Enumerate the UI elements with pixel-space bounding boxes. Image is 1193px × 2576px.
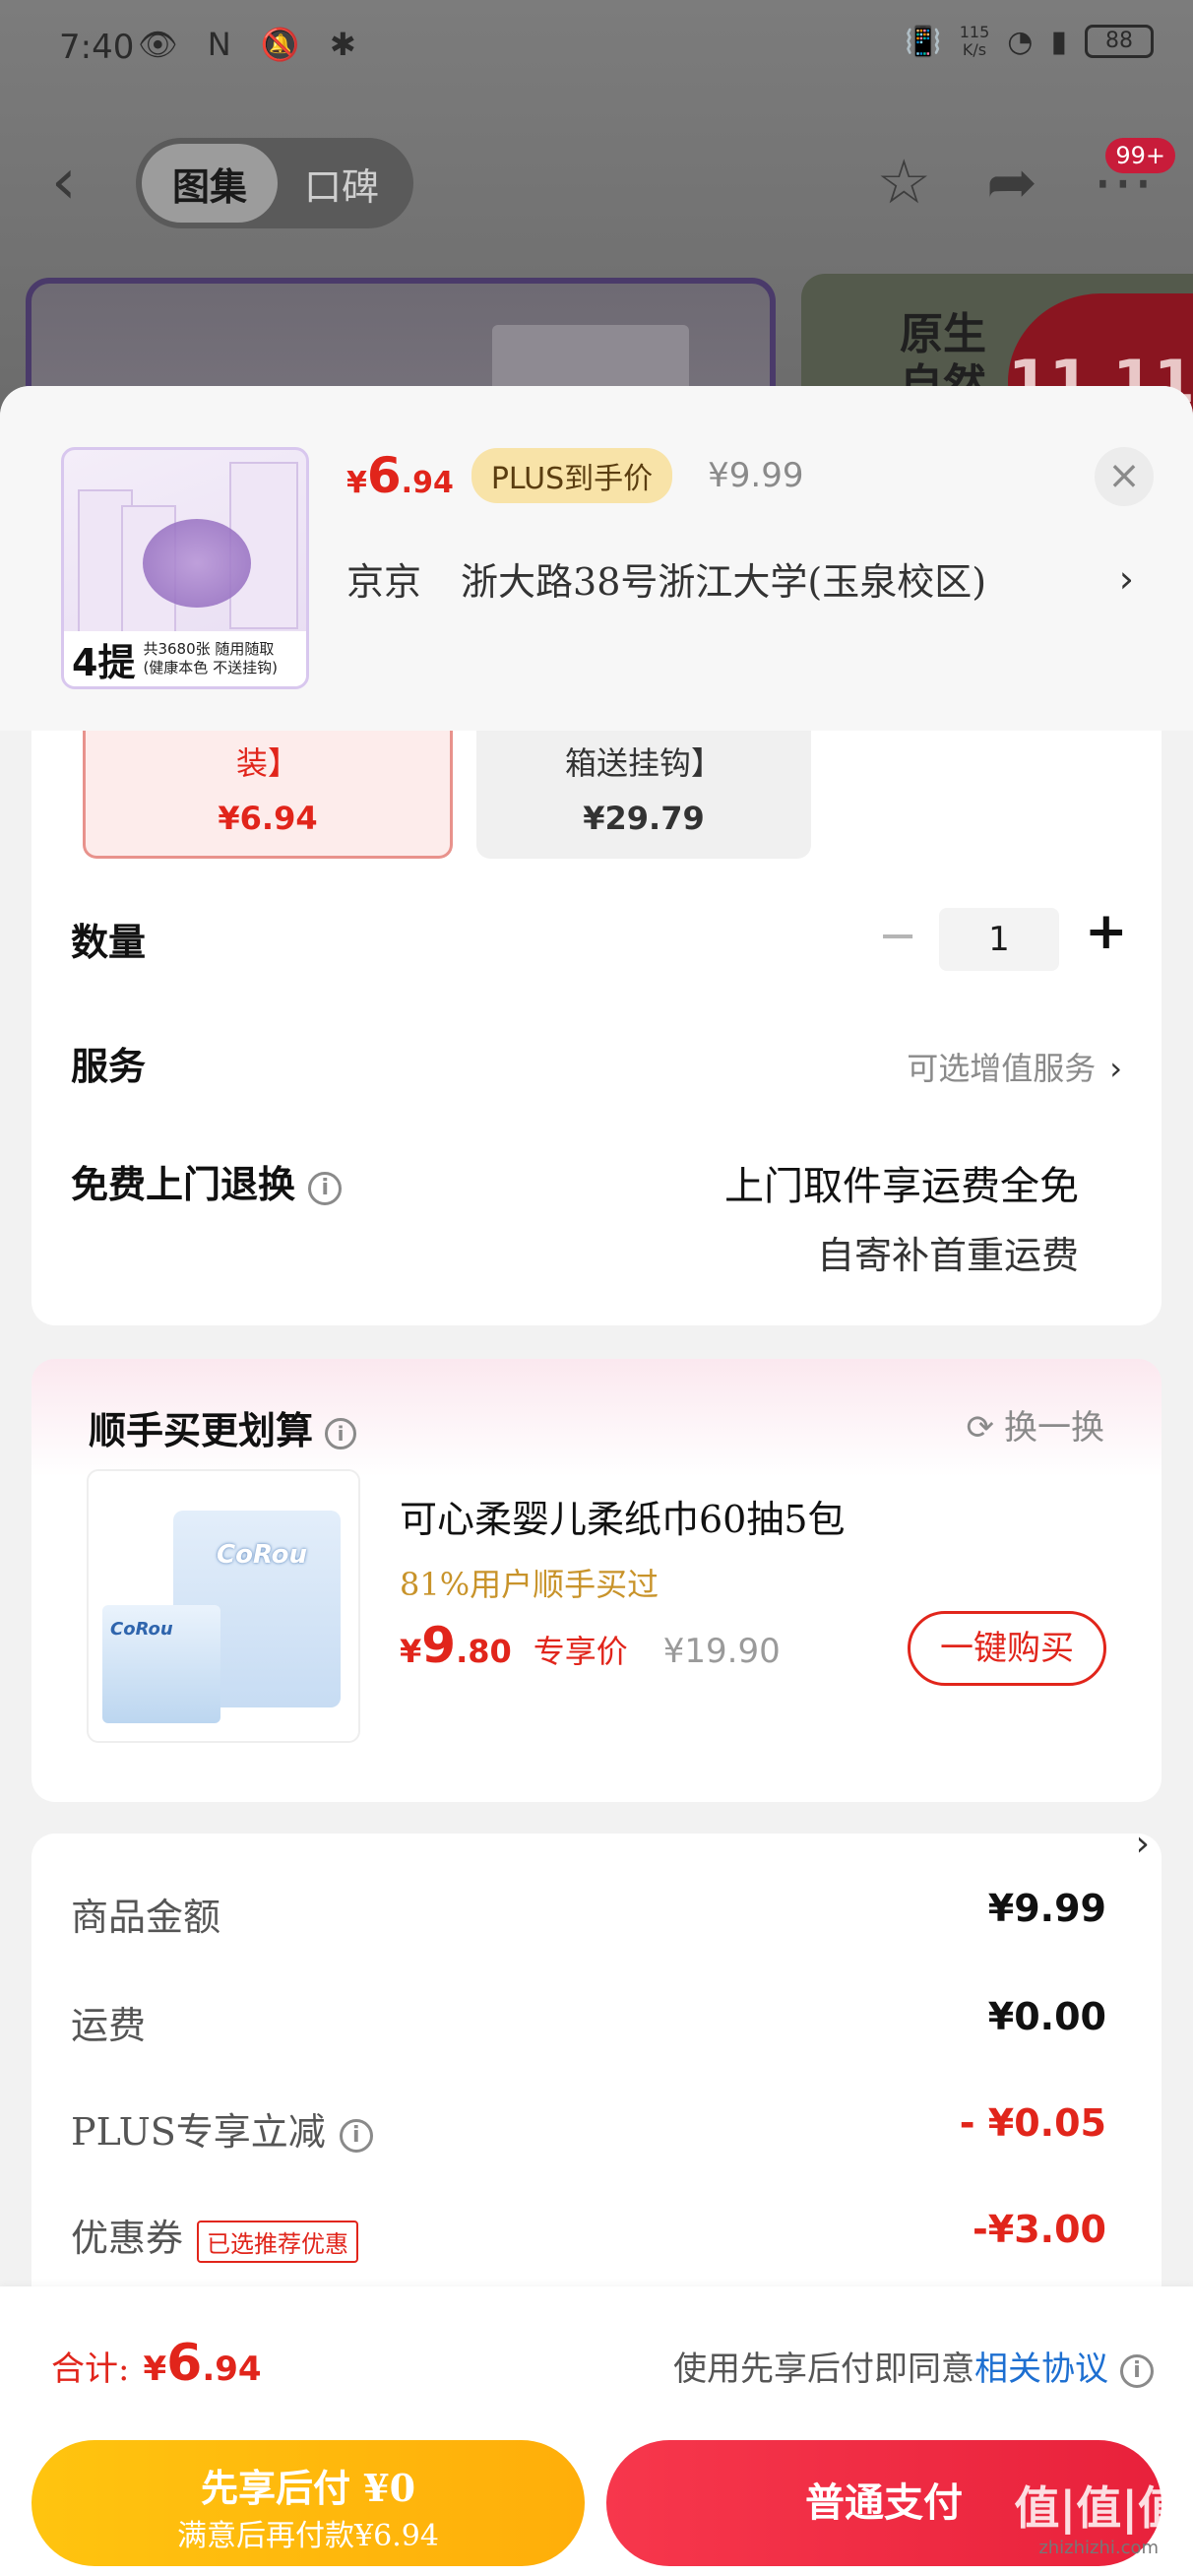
- address-selector[interactable]: 京京 浙大路38号浙江大学(玉泉校区) ›: [346, 551, 1134, 606]
- service-label: 服务: [71, 1044, 147, 1088]
- spec-option-label: 箱送挂钩】: [564, 744, 722, 782]
- service-selector[interactable]: 可选增值服务 ›: [907, 1044, 1122, 1089]
- summary-plus-row: PLUS专享立减 i - ¥0.05: [71, 2101, 1106, 2156]
- returns-label: 免费上门退换 i: [71, 1154, 343, 1208]
- coupon-recommended-badge: 已选推荐优惠: [197, 2221, 359, 2263]
- price-row: ¥6.94 PLUS到手价 ¥9.99: [346, 447, 803, 504]
- plus-price-badge: PLUS到手价: [471, 448, 673, 503]
- agreement-text: 使用先享后付即同意相关协议 i: [673, 2342, 1154, 2390]
- status-time: 7:40: [59, 28, 135, 67]
- pay-later-subtitle: 满意后再付款¥6.94: [177, 2519, 439, 2553]
- quantity-label: 数量: [71, 920, 147, 964]
- network-speed: 115 K/s: [959, 23, 990, 59]
- more-badge: 99+: [1105, 138, 1175, 173]
- summary-shipping-value: ¥0.00: [987, 1995, 1106, 2038]
- quantity-input[interactable]: 1: [939, 908, 1059, 971]
- swap-button[interactable]: ⟳ 换一换: [967, 1400, 1105, 1449]
- tab-switcher: 图集 口碑: [136, 138, 413, 228]
- addon-card: 顺手买更划算 i ⟳ 换一换 CoRou CoRou 可心柔婴儿柔纸巾60抽5包 8…: [31, 1359, 1162, 1802]
- quantity-decrease-button[interactable]: −: [878, 908, 917, 963]
- addon-product-name[interactable]: 可心柔婴儿柔纸巾60抽5包: [400, 1489, 846, 1543]
- order-total: 合计: ¥6.94: [51, 2334, 262, 2393]
- vibrate-icon: 📳: [905, 24, 942, 59]
- addon-original-price: ¥19.90: [662, 1632, 781, 1671]
- summary-shipping-label: 运费: [71, 2004, 147, 2047]
- summary-plus-value: - ¥0.05: [959, 2101, 1106, 2145]
- pay-later-title: 先享后付 ¥0: [200, 2466, 416, 2510]
- purchase-sheet: 装】 ¥6.94 箱送挂钩】 ¥29.79 数量 − 1 + 服务 可选增值服务…: [0, 386, 1193, 2576]
- summary-items-value: ¥9.99: [987, 1887, 1106, 1930]
- thumb-caption-count: 4提: [72, 640, 136, 684]
- total-amount: ¥6.94: [143, 2334, 262, 2393]
- chevron-right-icon: ›: [1109, 1050, 1122, 1087]
- info-icon[interactable]: i: [325, 1417, 357, 1449]
- addon-product-image[interactable]: CoRou CoRou: [87, 1469, 360, 1743]
- checkout-bar: 合计: ¥6.94 使用先享后付即同意相关协议 i 先享后付 ¥0 满意后再付款¥…: [0, 2286, 1193, 2576]
- thumb-caption-detail: 共3680张 随用随取 (健康本色 不送挂钩): [143, 640, 278, 676]
- one-click-buy-button[interactable]: 一键购买: [908, 1611, 1106, 1686]
- info-icon[interactable]: i: [339, 2118, 373, 2153]
- addon-brand-logo-small: CoRou: [110, 1619, 173, 1640]
- agreement-link[interactable]: 相关协议: [974, 2350, 1108, 2389]
- share-icon[interactable]: ➦: [986, 146, 1037, 218]
- mute-icon: 🔕: [260, 26, 310, 63]
- info-icon[interactable]: i: [308, 1171, 343, 1205]
- sheet-header: 4提 共3680张 随用随取 (健康本色 不送挂钩) ¥6.94 PLUS到手价 …: [0, 386, 1193, 731]
- watermark: 值|值|值 zhizhizhi.com: [1014, 2481, 1183, 2558]
- status-bar: 7:40 👁 N 🔕 ✱ 📳 115 K/s ◔ ▮ 88: [0, 0, 1193, 98]
- product-price: ¥6.94: [346, 447, 454, 504]
- chevron-right-icon[interactable]: ›: [1136, 1824, 1150, 1864]
- addon-price: ¥9.80 专享价 ¥19.90: [400, 1617, 781, 1674]
- address-city: 京京: [346, 560, 422, 604]
- thumb-flower: [143, 519, 251, 608]
- close-icon[interactable]: ×: [1095, 447, 1154, 506]
- chevron-right-icon: ›: [1118, 556, 1134, 601]
- summary-shipping-row: 运费 ¥0.00: [71, 1995, 1106, 2049]
- total-label: 合计:: [51, 2350, 130, 2389]
- summary-coupon-value: -¥3.00: [973, 2208, 1106, 2251]
- status-icons: 👁 N 🔕 ✱: [138, 26, 366, 63]
- tab-gallery[interactable]: 图集: [142, 144, 278, 223]
- summary-items-row: 商品金额 ¥9.99: [71, 1887, 1106, 1941]
- signal-icon: ▮: [1050, 24, 1067, 59]
- pay-later-button[interactable]: 先享后付 ¥0 满意后再付款¥6.94: [31, 2440, 585, 2566]
- spec-option-label: 装】: [235, 744, 299, 782]
- spec-option-price: ¥6.94: [218, 800, 318, 837]
- returns-self-ship-text: 自寄补首重运费: [816, 1234, 1079, 1277]
- thumb-caption: 4提 共3680张 随用随取 (健康本色 不送挂钩): [64, 631, 306, 686]
- spec-option-selected[interactable]: 装】 ¥6.94: [83, 731, 453, 859]
- address-detail: 浙大路38号浙江大学(玉泉校区): [461, 560, 987, 604]
- quantity-increase-button[interactable]: +: [1085, 902, 1128, 961]
- refresh-icon: ⟳: [966, 1408, 995, 1448]
- addon-title: 顺手买更划算 i: [89, 1400, 357, 1454]
- returns-pickup-text: 上门取件享运费全免: [724, 1164, 1079, 1209]
- spec-option[interactable]: 箱送挂钩】 ¥29.79: [476, 731, 811, 859]
- top-nav: ‹ 图集 口碑 ☆ ➦ ⋯ 99+: [0, 128, 1193, 236]
- battery-icon: 88: [1085, 25, 1154, 58]
- addon-brand-logo: CoRou: [217, 1540, 308, 1570]
- addon-bought-stat: 81%用户顺手买过: [400, 1566, 659, 1603]
- summary-plus-label: PLUS专享立减: [71, 2110, 326, 2154]
- summary-coupon-row[interactable]: 优惠券 已选推荐优惠 -¥3.00: [71, 2208, 1106, 2263]
- back-icon[interactable]: ‹: [51, 148, 110, 217]
- product-thumbnail[interactable]: 4提 共3680张 随用随取 (健康本色 不送挂钩): [61, 447, 309, 689]
- summary-items-label: 商品金额: [71, 1896, 221, 1939]
- original-price: ¥9.99: [708, 456, 804, 495]
- spec-option-price: ¥29.79: [583, 800, 705, 837]
- service-value: 可选增值服务: [907, 1050, 1097, 1087]
- summary-coupon-label: 优惠券: [71, 2217, 184, 2260]
- price-summary-card: 商品金额 ¥9.99 运费 ¥0.00 PLUS专享立减 i - ¥0.05 优惠…: [31, 1834, 1162, 2346]
- info-icon[interactable]: i: [1120, 2354, 1154, 2388]
- favorite-star-icon[interactable]: ☆: [876, 146, 931, 218]
- nfc-icon: N: [207, 26, 241, 63]
- tab-reviews[interactable]: 口碑: [278, 144, 406, 223]
- bluetooth-icon: ✱: [329, 26, 366, 63]
- wifi-icon: ◔: [1007, 24, 1034, 59]
- eye-icon: 👁: [138, 26, 188, 63]
- addon-price-tag: 专享价: [533, 1633, 628, 1670]
